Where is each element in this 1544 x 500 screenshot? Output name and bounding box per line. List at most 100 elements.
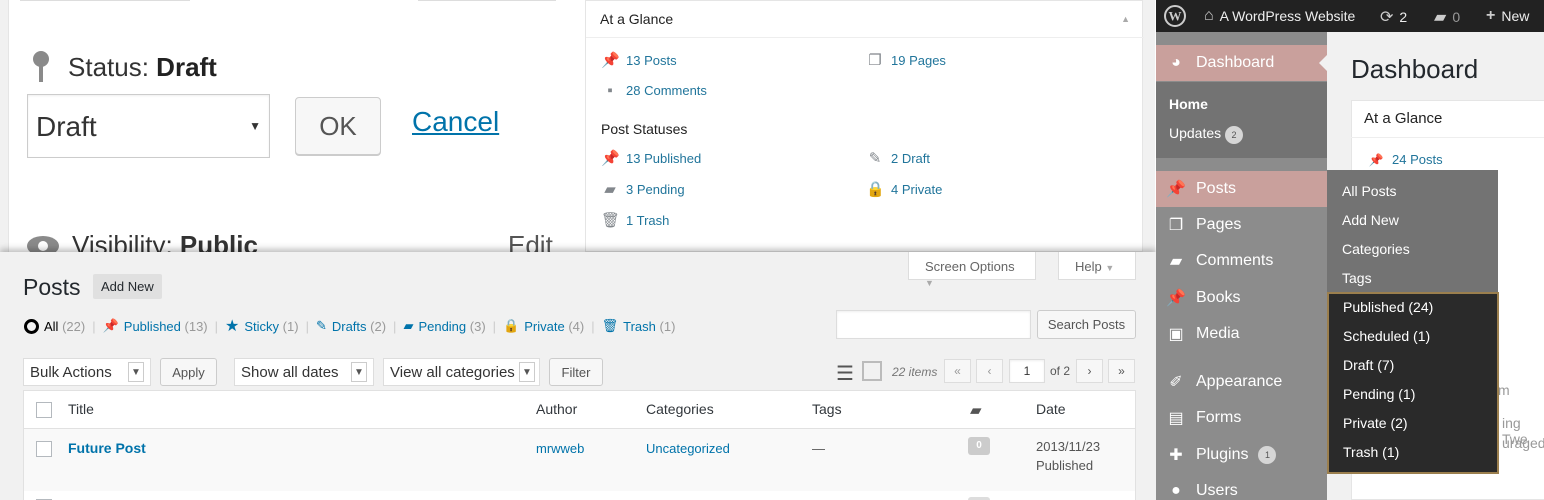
glance-private-link[interactable]: 🔒 4 Private (866, 180, 942, 198)
glance-widget-posts[interactable]: 📌 24 Posts (1367, 152, 1443, 167)
submenu-home[interactable]: Home (1169, 96, 1208, 112)
glance-published-link[interactable]: 📌 13 Published (601, 149, 701, 167)
add-new-button[interactable]: Add New (93, 274, 162, 299)
menu-posts-label: Posts (1196, 180, 1237, 197)
menu-appearance[interactable]: ✐ Appearance (1156, 364, 1327, 400)
status-select[interactable]: Draft ▼ (27, 94, 270, 158)
last-page-button[interactable]: » (1108, 359, 1135, 383)
new-content-link[interactable]: + New (1486, 7, 1529, 25)
menu-media[interactable]: ▣ Media (1156, 316, 1327, 352)
menu-posts[interactable]: 📌 Posts (1156, 171, 1327, 207)
prev-page-button[interactable]: ‹ (976, 359, 1003, 383)
post-category-link[interactable]: Uncategorized (646, 441, 730, 456)
pages-icon: ❐ (868, 52, 882, 69)
current-arrow (1319, 55, 1327, 71)
row-checkbox[interactable] (36, 441, 52, 457)
page-total: of 2 (1050, 364, 1071, 378)
menu-books[interactable]: 📌 Books (1156, 280, 1327, 316)
brush-icon: ✐ (1169, 374, 1183, 391)
search-posts-button[interactable]: Search Posts (1037, 310, 1136, 339)
categories-select[interactable]: View all categories ▼ (383, 358, 540, 386)
glance-comments-link[interactable]: ▪ 28 Comments (601, 82, 707, 99)
menu-books-label: Books (1196, 289, 1241, 306)
glance-posts-link[interactable]: 📌 13 Posts (601, 51, 677, 69)
visibility-label: Visibility: (72, 230, 173, 252)
menu-comments-label: Comments (1196, 252, 1274, 269)
menu-comments[interactable]: ▰ Comments (1156, 243, 1327, 279)
comment-count-bubble[interactable]: 0 (968, 437, 990, 455)
help-tab[interactable]: Help ▼ (1058, 252, 1136, 280)
flyout-categories[interactable]: Categories (1342, 241, 1410, 257)
menu-plugins[interactable]: ✚ Plugins 1 (1156, 437, 1327, 473)
excerpt-view-icon[interactable] (862, 361, 882, 381)
glance-pages-text: 19 Pages (891, 52, 946, 68)
filter-trash[interactable]: Trash (1) (623, 319, 675, 334)
comments-icon: ▰ (403, 318, 414, 333)
menu-pages[interactable]: ❐ Pages (1156, 207, 1327, 243)
comments-link[interactable]: ▰ 0 (1434, 7, 1460, 27)
flyout-pending[interactable]: Pending (1) (1343, 386, 1415, 402)
eye-icon (27, 235, 59, 252)
flyout-add-new[interactable]: Add New (1342, 212, 1399, 228)
flyout-draft[interactable]: Draft (7) (1343, 357, 1394, 373)
comment-column-icon[interactable]: ▰ (970, 401, 982, 419)
site-name-link[interactable]: ⌂ A WordPress Website (1204, 7, 1355, 25)
flyout-trash[interactable]: Trash (1) (1343, 444, 1399, 460)
flyout-private[interactable]: Private (2) (1343, 415, 1408, 431)
column-date[interactable]: Date (1036, 401, 1066, 417)
filter-pending[interactable]: Pending (3) (418, 319, 485, 334)
pin-icon (33, 51, 49, 82)
glance-pending-link[interactable]: ▰ 3 Pending (601, 180, 684, 198)
flyout-published[interactable]: Published (24) (1343, 299, 1433, 315)
glance-trash-link[interactable]: 🗑 1 Trash (601, 211, 669, 229)
bulk-actions-select[interactable]: Bulk Actions ▼ (23, 358, 151, 386)
filter-private[interactable]: Private (4) (524, 319, 584, 334)
page-number-input[interactable]: 1 (1009, 359, 1045, 383)
updates-link[interactable]: ⟳ 2 (1380, 7, 1407, 27)
post-author-link[interactable]: mrwweb (536, 441, 584, 456)
filter-sticky[interactable]: Sticky (1) (244, 319, 298, 334)
glance-widget-header[interactable]: At a Glance (1351, 100, 1544, 138)
glance-pages-link[interactable]: ❐ 19 Pages (866, 51, 946, 69)
flyout-scheduled[interactable]: Scheduled (1) (1343, 328, 1430, 344)
edit-visibility-link[interactable]: Edit (508, 230, 553, 252)
first-page-button[interactable]: « (944, 359, 971, 383)
screen-options-tab[interactable]: Screen Options ▼ (908, 252, 1036, 288)
column-title[interactable]: Title (68, 401, 94, 417)
forms-icon: ▤ (1168, 410, 1184, 427)
menu-forms[interactable]: ▤ Forms (1156, 400, 1327, 436)
glance-panel: At a Glance ▲ 📌 13 Posts ❐ 19 Pages ▪ 28 Co… (585, 0, 1155, 252)
collapse-arrow-icon[interactable]: ▲ (1121, 14, 1130, 24)
filter-drafts[interactable]: Drafts (2) (332, 319, 386, 334)
status-filters: All (22) | 📌 Published (13) | ★ Sticky (… (24, 316, 675, 336)
flyout-tags[interactable]: Tags (1342, 270, 1372, 286)
post-title-link[interactable]: Future Post (68, 440, 146, 456)
wordpress-logo-icon[interactable]: W (1164, 5, 1186, 27)
filter-all[interactable]: All (22) (44, 319, 85, 334)
admin-bar: W ⌂ A WordPress Website ⟳ 2 ▰ 0 + New (1156, 0, 1544, 32)
filter-published[interactable]: Published (13) (124, 319, 208, 334)
ok-button[interactable]: OK (295, 97, 381, 155)
apply-button[interactable]: Apply (160, 358, 217, 386)
caret-down-icon: ▼ (1105, 263, 1115, 273)
search-input[interactable] (836, 310, 1031, 339)
svg-text:W: W (1169, 9, 1182, 24)
glance-draft-link[interactable]: ✎ 2 Draft (866, 149, 930, 167)
select-all-checkbox[interactable] (36, 402, 52, 418)
menu-users[interactable]: ● Users (1156, 473, 1327, 500)
pushpin-icon: 📌 (1368, 152, 1384, 167)
glance-box: At a Glance ▲ 📌 13 Posts ❐ 19 Pages ▪ 28 Co… (585, 0, 1144, 252)
glance-header[interactable]: At a Glance ▲ (586, 1, 1144, 38)
submenu-updates[interactable]: Updates 2 (1169, 125, 1244, 144)
list-view-icon[interactable]: ☰ (836, 361, 854, 386)
comment-icon: ▰ (1434, 9, 1447, 26)
dates-select[interactable]: Show all dates ▼ (234, 358, 374, 386)
flyout-all-posts[interactable]: All Posts (1342, 183, 1396, 199)
menu-dashboard[interactable]: ◕ Dashboard (1156, 45, 1327, 81)
status-label: Status: (68, 51, 149, 82)
caret-down-icon: ▼ (925, 278, 934, 288)
menu-appearance-label: Appearance (1196, 373, 1283, 390)
next-page-button[interactable]: › (1076, 359, 1103, 383)
cancel-link[interactable]: Cancel (412, 106, 499, 138)
filter-button[interactable]: Filter (549, 358, 603, 386)
